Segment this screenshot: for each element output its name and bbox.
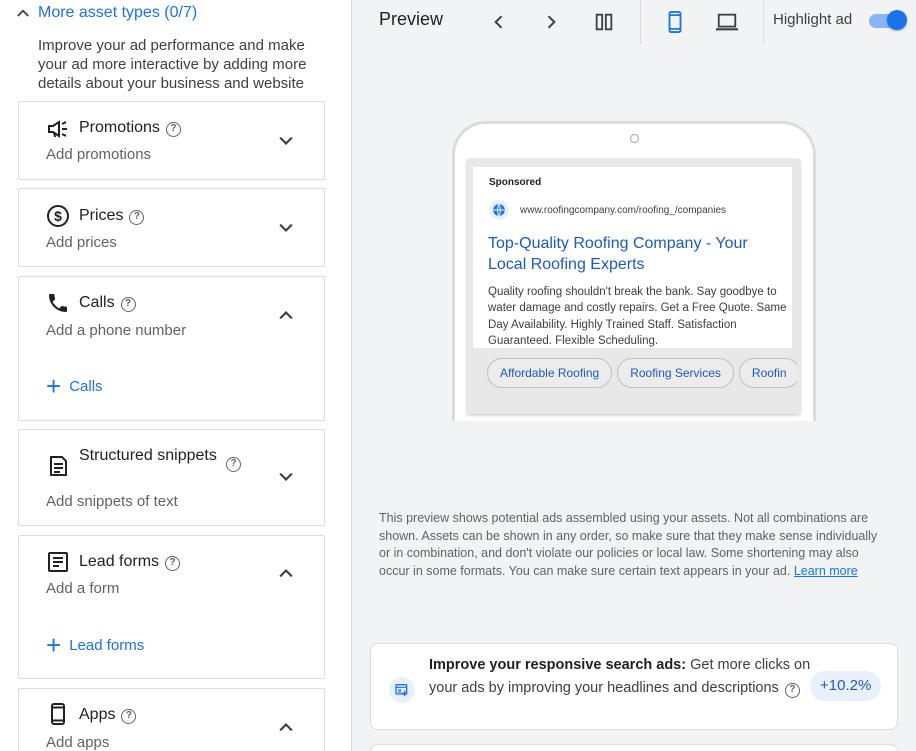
asset-title: Calls bbox=[79, 294, 115, 311]
ad-url: www.roofingcompany.com/roofing_/companie… bbox=[520, 205, 727, 216]
chevron-up-icon[interactable] bbox=[276, 305, 296, 325]
previous-button[interactable] bbox=[486, 9, 512, 35]
asset-title: Lead forms bbox=[79, 553, 160, 570]
chevron-up-icon[interactable] bbox=[276, 563, 296, 583]
preview-disclaimer: This preview shows potential ads assembl… bbox=[379, 510, 889, 580]
improvement-badge: +10.2% bbox=[810, 671, 882, 701]
toolbar-separator bbox=[640, 0, 641, 44]
sitelink-chip[interactable]: Roofing Services bbox=[617, 358, 734, 388]
preview-title: Preview bbox=[379, 9, 444, 29]
form-icon bbox=[48, 552, 68, 572]
preview-panel: Preview Highlight ad Sponsored www.roofi… bbox=[352, 0, 916, 751]
chevron-right-icon bbox=[547, 15, 556, 29]
globe-icon bbox=[489, 200, 509, 220]
columns-icon bbox=[595, 13, 613, 31]
document-icon bbox=[50, 456, 67, 476]
dollar-circle-icon: $ bbox=[47, 205, 69, 227]
asset-card-calls[interactable]: Calls? Add a phone number + Calls bbox=[18, 276, 325, 421]
sponsored-label: Sponsored bbox=[489, 177, 542, 188]
asset-subtitle: Add prices bbox=[46, 234, 117, 251]
asset-card-prices[interactable]: $ Prices? Add prices bbox=[18, 188, 325, 267]
asset-card-apps[interactable]: Apps? Add apps bbox=[18, 688, 325, 751]
highlight-ad-label: Highlight ad bbox=[773, 11, 853, 28]
asset-card-promotions[interactable]: Promotions? Add promotions bbox=[18, 101, 325, 180]
asset-subtitle: Add snippets of text bbox=[46, 493, 178, 510]
asset-card-structured-snippets[interactable]: Structured snippets ? Add snippets of te… bbox=[18, 429, 325, 526]
preview-toolbar: Preview Highlight ad bbox=[352, 0, 916, 44]
asset-card-lead-forms[interactable]: Lead forms? Add a form + Lead forms bbox=[18, 535, 325, 679]
chevron-up-icon[interactable] bbox=[276, 717, 296, 737]
help-icon[interactable]: ? bbox=[120, 297, 136, 312]
mobile-view-button[interactable] bbox=[662, 9, 688, 35]
highlight-ad-toggle[interactable] bbox=[867, 10, 907, 32]
asset-subtitle: Add apps bbox=[46, 734, 110, 751]
svg-text:$: $ bbox=[54, 208, 62, 224]
ad-preview: Sponsored www.roofingcompany.com/roofing… bbox=[473, 167, 792, 348]
help-icon[interactable]: ? bbox=[165, 556, 181, 571]
laptop-icon bbox=[716, 13, 738, 31]
toggle-knob bbox=[887, 10, 907, 30]
phone-icon bbox=[49, 294, 67, 312]
asset-subtitle: Add promotions bbox=[46, 146, 152, 163]
columns-view-button[interactable] bbox=[591, 9, 617, 35]
section-header-label: More asset types (0/7) bbox=[38, 4, 198, 21]
asset-subtitle: Add a phone number bbox=[46, 322, 187, 339]
plus-icon: + bbox=[46, 371, 62, 401]
add-lead-forms-button[interactable]: + Lead forms bbox=[46, 630, 145, 660]
sitelink-chip[interactable]: Roofin bbox=[738, 358, 797, 388]
ad-headline[interactable]: Top-Quality Roofing Company - Your Local… bbox=[488, 233, 783, 275]
ad-edit-icon bbox=[389, 677, 415, 703]
tip-text: Improve your responsive search ads: Get … bbox=[429, 654, 814, 699]
chevron-up-icon bbox=[17, 9, 29, 17]
add-lead-forms-label: Lead forms bbox=[69, 636, 145, 654]
rsa-improvement-card[interactable]: Improve your responsive search ads: Get … bbox=[370, 643, 898, 730]
help-icon[interactable]: ? bbox=[784, 682, 800, 698]
next-button[interactable] bbox=[538, 9, 564, 35]
more-asset-types-toggle[interactable]: More asset types (0/7) bbox=[14, 4, 197, 22]
chevron-left-icon bbox=[494, 15, 503, 29]
sitelink-chips: Affordable Roofing Roofing Services Roofin bbox=[487, 358, 797, 390]
plus-icon: + bbox=[46, 630, 62, 660]
add-calls-button[interactable]: + Calls bbox=[46, 371, 103, 401]
phone-screen: Sponsored www.roofingcompany.com/roofing… bbox=[467, 159, 800, 414]
learn-more-link[interactable]: Learn more bbox=[794, 564, 858, 578]
asset-panel: More asset types (0/7) Improve your ad p… bbox=[0, 0, 351, 751]
camera-dot bbox=[630, 134, 639, 143]
sitelink-chip[interactable]: Affordable Roofing bbox=[487, 358, 613, 388]
asset-types-intro: Improve your ad performance and make you… bbox=[38, 37, 307, 92]
chevron-down-icon[interactable] bbox=[276, 131, 296, 151]
next-card bbox=[370, 744, 898, 751]
ad-description: Quality roofing shouldn't break the bank… bbox=[488, 286, 787, 347]
toolbar-separator bbox=[763, 0, 764, 44]
smartphone-icon bbox=[668, 11, 682, 33]
help-icon[interactable]: ? bbox=[121, 709, 137, 724]
help-icon[interactable]: ? bbox=[129, 210, 145, 225]
tip-bold: Improve your responsive search ads: bbox=[429, 657, 687, 673]
phone-mockup: Sponsored www.roofingcompany.com/roofing… bbox=[452, 121, 816, 421]
asset-title: Apps bbox=[79, 706, 116, 723]
help-icon[interactable]: ? bbox=[226, 457, 241, 472]
add-calls-label: Calls bbox=[69, 377, 103, 395]
help-icon[interactable]: ? bbox=[165, 122, 181, 137]
chevron-down-icon[interactable] bbox=[276, 218, 296, 238]
asset-subtitle: Add a form bbox=[46, 580, 120, 597]
asset-title: Structured snippets bbox=[79, 447, 217, 464]
desktop-view-button[interactable] bbox=[714, 9, 740, 35]
megaphone-icon bbox=[48, 120, 67, 138]
asset-title: Promotions bbox=[79, 119, 160, 136]
asset-title: Prices bbox=[79, 207, 124, 224]
chevron-down-icon[interactable] bbox=[276, 467, 296, 487]
mobile-app-icon bbox=[51, 703, 65, 725]
